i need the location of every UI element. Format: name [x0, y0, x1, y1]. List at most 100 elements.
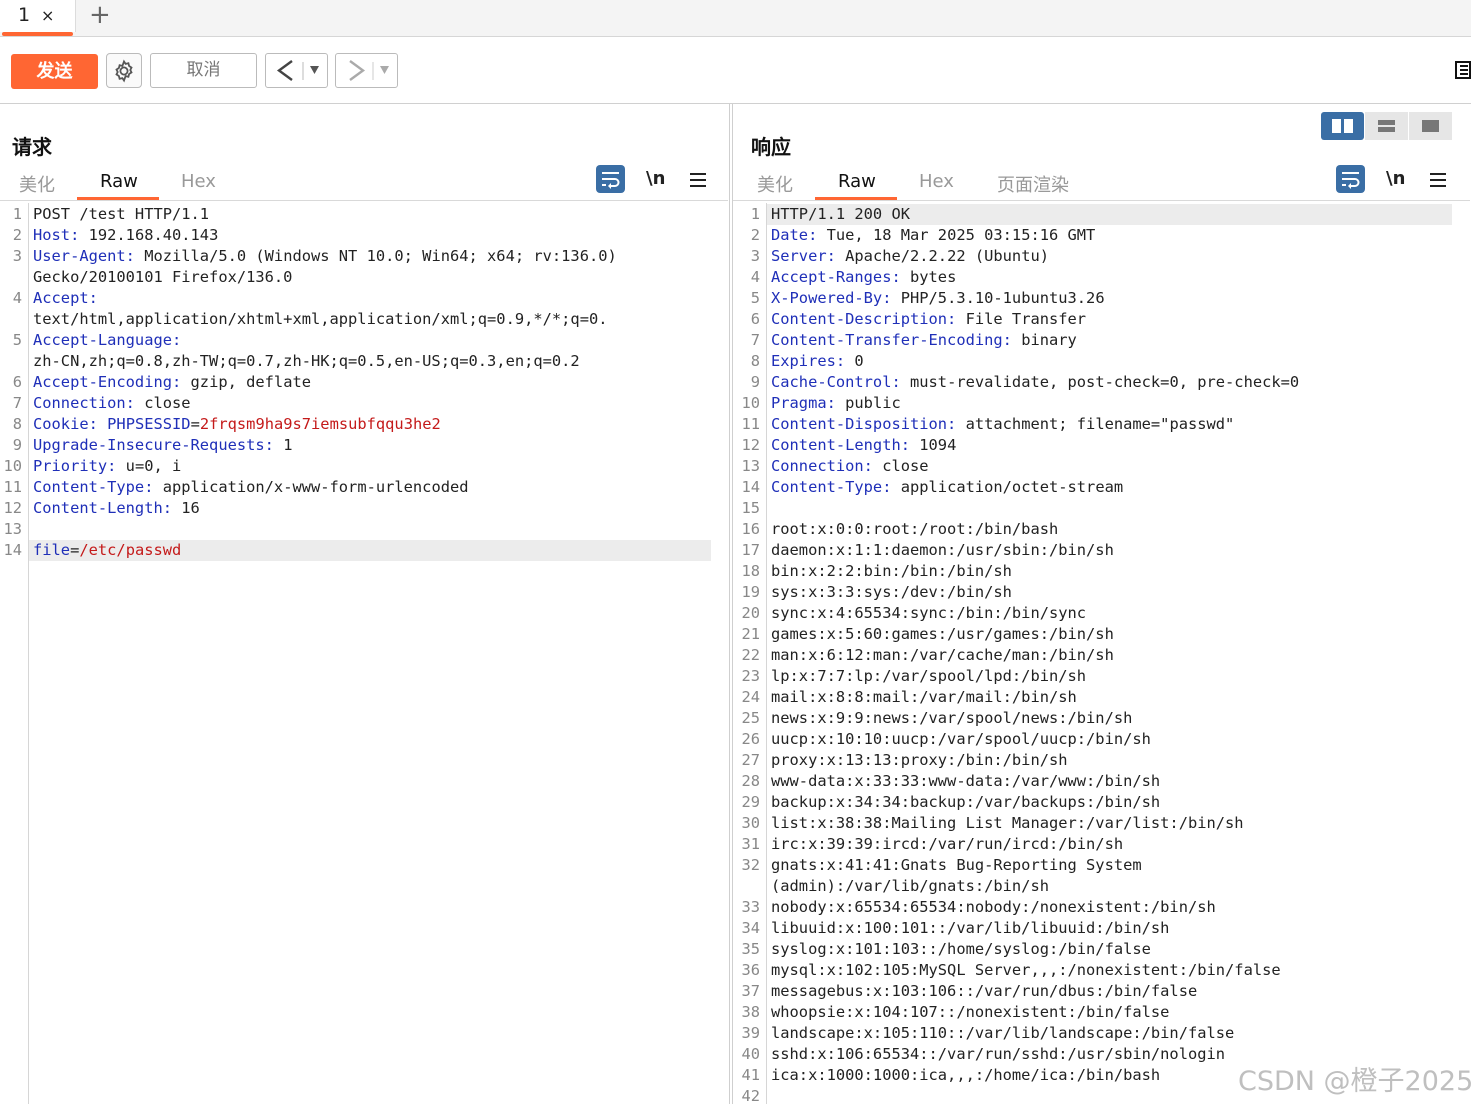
line-content: bin:x:2:2:bin:/bin:/bin/sh: [771, 561, 1012, 582]
header-value: POST /test HTTP/1.1: [33, 205, 210, 223]
cancel-button[interactable]: 取消: [150, 53, 257, 88]
line-content: Content-Type: application/x-www-form-url…: [33, 477, 469, 498]
line-number: 18: [741, 562, 760, 580]
header-value: u=0, i: [116, 457, 182, 475]
header-key: Host:: [33, 226, 80, 244]
line-number: 17: [741, 541, 760, 559]
settings-button[interactable]: [106, 53, 142, 88]
line-content: irc:x:39:39:ircd:/var/run/ircd:/bin/sh: [771, 834, 1123, 855]
response-tab-render[interactable]: 页面渲染: [997, 171, 1069, 197]
header-value: 0: [845, 352, 864, 370]
request-menu-icon[interactable]: [690, 172, 706, 188]
list-panel-icon[interactable]: [1455, 61, 1471, 79]
layout-single-button[interactable]: [1409, 112, 1452, 140]
line-number: 40: [741, 1045, 760, 1063]
layout-side-by-side-button[interactable]: [1321, 112, 1364, 140]
request-tab-raw[interactable]: Raw: [100, 171, 138, 192]
header-value: must-revalidate, post-check=0, pre-check…: [900, 373, 1300, 391]
line-content: Content-Disposition: attachment; filenam…: [771, 414, 1234, 435]
equals-sign: =: [70, 541, 80, 559]
header-value: proxy:x:13:13:proxy:/bin:/bin/sh: [771, 751, 1068, 769]
response-title: 响应: [751, 135, 791, 159]
line-content: whoopsie:x:104:107::/nonexistent:/bin/fa…: [771, 1002, 1169, 1023]
tab-1[interactable]: 1 ×: [0, 0, 76, 36]
line-content: Connection: close: [771, 456, 929, 477]
header-value: application/x-www-form-urlencoded: [153, 478, 469, 496]
line-content: Date: Tue, 18 Mar 2025 03:15:16 GMT: [771, 225, 1095, 246]
line-content: Content-Type: application/octet-stream: [771, 477, 1123, 498]
header-value: backup:x:34:34:backup:/var/backups:/bin/…: [771, 793, 1161, 811]
line-content: syslog:x:101:103::/home/syslog:/bin/fals…: [771, 939, 1151, 960]
watermark: CSDN @橙子2025: [1238, 1066, 1471, 1097]
line-content: lp:x:7:7:lp:/var/spool/lpd:/bin/sh: [771, 666, 1086, 687]
header-value: uucp:x:10:10:uucp:/var/spool/uucp:/bin/s…: [771, 730, 1151, 748]
request-tab-pretty[interactable]: 美化: [19, 171, 55, 197]
response-menu-icon[interactable]: [1430, 172, 1446, 188]
line-content: ica:x:1000:1000:ica,,,:/home/ica:/bin/ba…: [771, 1065, 1160, 1086]
header-key: Server:: [771, 247, 836, 265]
line-number: 4: [12, 289, 22, 307]
header-key: Content-Type:: [33, 478, 154, 496]
header-key: Content-Description:: [771, 310, 957, 328]
header-key: file: [33, 541, 71, 559]
header-value: gnats:x:41:41:Gnats Bug-Reporting System: [771, 856, 1142, 874]
request-wrap-button[interactable]: [596, 165, 625, 193]
header-value: sys:x:3:3:sys:/dev:/bin/sh: [771, 583, 1012, 601]
header-key: Upgrade-Insecure-Requests:: [33, 436, 274, 454]
header-value: mysql:x:102:105:MySQL Server,,,:/nonexis…: [771, 961, 1281, 979]
rows-icon: [1378, 120, 1395, 132]
header-key: Content-Type:: [771, 478, 892, 496]
header-value: www-data:x:33:33:www-data:/var/www:/bin/…: [771, 772, 1161, 790]
line-content: Upgrade-Insecure-Requests: 1: [33, 435, 292, 456]
line-content: games:x:5:60:games:/usr/games:/bin/sh: [771, 624, 1114, 645]
line-number: 39: [741, 1024, 760, 1042]
layout-toggle-group: [1321, 112, 1452, 140]
header-key: Accept-Language:: [33, 331, 182, 349]
header-value: close: [872, 457, 929, 475]
header-value: zh-CN,zh;q=0.8,zh-TW;q=0.7,zh-HK;q=0.5,e…: [33, 352, 580, 370]
request-tab-hex[interactable]: Hex: [181, 171, 216, 192]
header-value: sshd:x:106:65534::/var/run/sshd:/usr/sbi…: [771, 1045, 1226, 1063]
header-value: [98, 415, 107, 433]
line-number: 3: [12, 247, 22, 265]
header-value: close: [134, 394, 191, 412]
header-value: daemon:x:1:1:daemon:/usr/sbin:/bin/sh: [771, 541, 1114, 559]
header-value: nobody:x:65534:65534:nobody:/nonexistent…: [771, 898, 1216, 916]
header-value: binary: [1011, 331, 1077, 349]
line-number: 13: [741, 457, 760, 475]
line-number: 9: [12, 436, 22, 454]
line-number: 35: [741, 940, 760, 958]
request-editor[interactable]: 1 POST /test HTTP/1.1 2 Host: 192.168.40.14…: [0, 203, 729, 1104]
response-tab-pretty[interactable]: 美化: [757, 171, 793, 197]
line-number: 24: [741, 688, 760, 706]
header-value: (admin):/var/lib/gnats:/bin/sh: [771, 877, 1049, 895]
send-button[interactable]: 发送: [11, 54, 98, 89]
line-number: 27: [741, 751, 760, 769]
header-key: Content-Length:: [33, 499, 172, 517]
add-tab-icon[interactable]: +: [89, 0, 111, 31]
response-wrap-button[interactable]: [1336, 165, 1365, 193]
header-value: sync:x:4:65534:sync:/bin:/bin/sync: [771, 604, 1087, 622]
response-tab-raw[interactable]: Raw: [838, 171, 876, 192]
forward-button[interactable]: [335, 53, 398, 88]
header-value: games:x:5:60:games:/usr/games:/bin/sh: [771, 625, 1114, 643]
line-number: 2: [750, 226, 760, 244]
response-tab-hex[interactable]: Hex: [919, 171, 954, 192]
back-button[interactable]: [265, 53, 328, 88]
header-key: Connection:: [33, 394, 135, 412]
line-number: 11: [3, 478, 22, 496]
line-number: 12: [3, 499, 22, 517]
line-content: landscape:x:105:110::/var/lib/landscape:…: [771, 1023, 1234, 1044]
forward-nav-icon: [349, 60, 389, 81]
header-key: Priority:: [33, 457, 117, 475]
cookie-name: PHPSESSID: [107, 415, 191, 433]
single-pane-icon: [1422, 120, 1439, 132]
response-editor[interactable]: 1 HTTP/1.1 200 OK 2 Date: Tue, 18 Mar 2025 …: [733, 203, 1471, 1105]
line-content: backup:x:34:34:backup:/var/backups:/bin/…: [771, 792, 1160, 813]
request-newline-toggle[interactable]: \n: [646, 168, 665, 189]
line-number: 37: [741, 982, 760, 1000]
response-newline-toggle[interactable]: \n: [1386, 168, 1405, 189]
line-number: 16: [741, 520, 760, 538]
tab-close-icon[interactable]: ×: [41, 0, 54, 31]
layout-stacked-button[interactable]: [1365, 112, 1408, 140]
